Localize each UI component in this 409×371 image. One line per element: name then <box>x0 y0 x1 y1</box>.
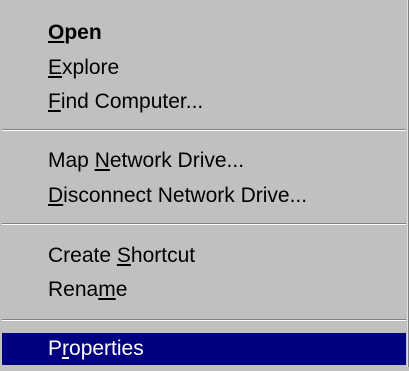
menu-item-explore[interactable]: Explore <box>2 52 406 84</box>
menu-item-disconnect-network-drive-accelerator: D <box>48 184 64 207</box>
menu-item-map-network-drive-label-pre: Map <box>48 149 95 172</box>
menu-item-properties-accelerator: r <box>62 337 70 360</box>
menu-item-rename-label: e <box>115 278 128 301</box>
menu-item-open-label: pen <box>64 21 102 44</box>
menu-item-properties[interactable]: Properties <box>2 333 406 365</box>
menu-item-create-shortcut-label: hortcut <box>130 244 196 267</box>
menu-item-open[interactable]: Open <box>2 17 406 49</box>
menu-item-open-accelerator: O <box>48 21 65 44</box>
menu-item-create-shortcut-accelerator: S <box>116 244 131 267</box>
menu-item-find-computer[interactable]: Find Computer... <box>2 86 406 118</box>
menu-border-bottom <box>0 367 409 371</box>
menu-item-map-network-drive-accelerator: N <box>94 149 110 172</box>
menu-item-explore-accelerator: E <box>48 56 63 79</box>
menu-item-find-computer-label: ind Computer... <box>60 90 204 113</box>
menu-item-rename[interactable]: Rename <box>2 274 406 306</box>
menu-item-create-shortcut-label-pre: Create <box>48 244 117 267</box>
menu-item-map-network-drive-label: etwork Drive... <box>109 149 245 172</box>
menu-item-properties-label-pre: P <box>48 337 63 360</box>
menu-item-properties-label: operties <box>69 337 144 360</box>
menu-item-rename-label-pre: Rena <box>48 278 99 301</box>
context-menu: Open Explore Find Computer... Map Networ… <box>0 0 409 371</box>
menu-separator <box>2 319 406 321</box>
menu-separator <box>2 223 406 225</box>
menu-item-explore-label: xplore <box>62 56 120 79</box>
menu-separator <box>2 129 406 131</box>
menu-item-disconnect-network-drive[interactable]: Disconnect Network Drive... <box>2 180 406 212</box>
menu-item-find-computer-accelerator: F <box>48 90 61 113</box>
menu-item-rename-accelerator: m <box>98 278 116 301</box>
menu-item-create-shortcut[interactable]: Create Shortcut <box>2 240 406 272</box>
menu-item-disconnect-network-drive-label: isconnect Network Drive... <box>63 184 308 207</box>
menu-item-map-network-drive[interactable]: Map Network Drive... <box>2 145 406 177</box>
